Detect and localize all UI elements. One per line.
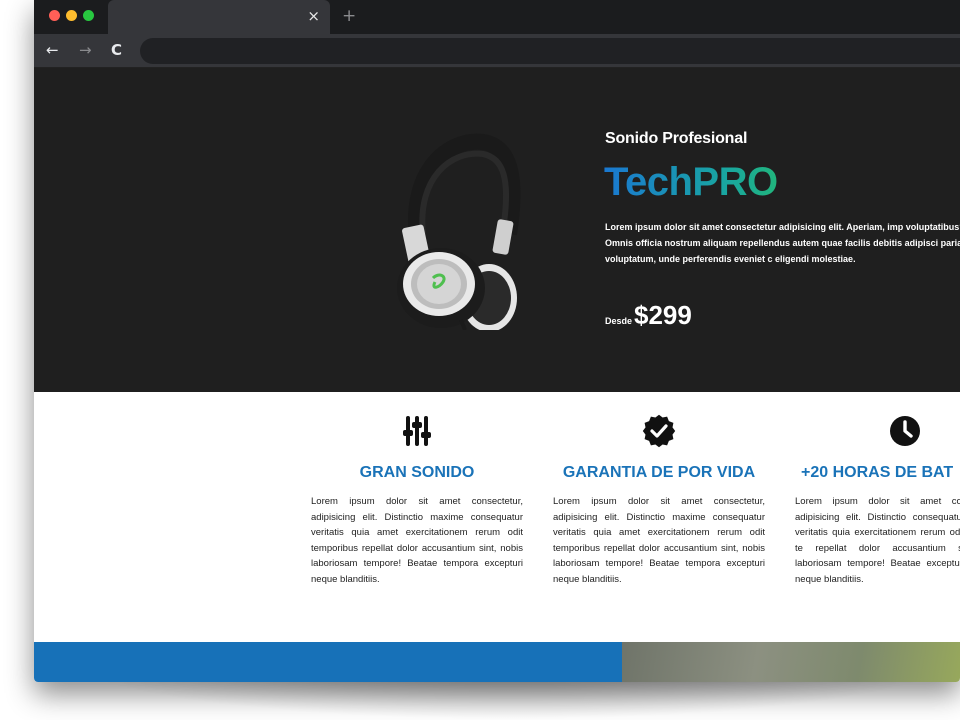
feature-battery: +20 HORAS DE BAT Lorem ipsum dolor sit a… <box>795 414 960 587</box>
maximize-window-button[interactable] <box>83 10 94 21</box>
feature-description: Lorem ipsum dolor sit amet consectetur, … <box>311 496 523 585</box>
sliders-icon <box>403 416 431 446</box>
browser-toolbar: ← → C <box>34 34 960 68</box>
hero-description: Lorem ipsum dolor sit amet consectetur a… <box>605 222 960 264</box>
feature-title: +20 HORAS DE BAT <box>801 464 954 481</box>
tab-bar: × + <box>34 0 960 34</box>
feature-warranty: GARANTIA DE POR VIDA Lorem ipsum dolor s… <box>553 414 765 587</box>
close-window-button[interactable] <box>49 10 60 21</box>
address-bar[interactable] <box>140 38 960 64</box>
new-tab-icon[interactable]: + <box>342 7 356 25</box>
feature-sound: GRAN SONIDO Lorem ipsum dolor sit amet c… <box>311 414 523 587</box>
active-tab[interactable]: × <box>108 0 330 34</box>
price-amount: $299 <box>634 300 692 330</box>
feature-description: Lorem ipsum dolor sit amet cor adipisici… <box>795 496 960 585</box>
check-badge-icon <box>642 414 676 448</box>
next-section-photo <box>622 642 960 682</box>
feature-title: GARANTIA DE POR VIDA <box>562 464 756 481</box>
back-arrow-icon[interactable]: ← <box>46 41 59 59</box>
hero-eyebrow: Sonido Profesional <box>605 130 748 147</box>
feature-description: Lorem ipsum dolor sit amet consectetur, … <box>553 496 765 585</box>
reload-icon[interactable]: C <box>111 41 122 59</box>
hero-section: Sonido Profesional TechPRO Lorem ipsum d… <box>34 68 960 392</box>
web-page: Sonido Profesional TechPRO Lorem ipsum d… <box>34 68 960 682</box>
hero-brand-title: TechPRO <box>604 160 778 204</box>
minimize-window-button[interactable] <box>66 10 77 21</box>
next-section-banner <box>34 642 622 682</box>
clock-icon <box>890 416 920 446</box>
feature-title: GRAN SONIDO <box>359 464 475 481</box>
hero-price: Desde$299 <box>605 300 692 331</box>
headphones-icon <box>397 133 521 330</box>
forward-arrow-icon[interactable]: → <box>79 41 92 59</box>
browser-window: × + ← → C Sonido Profesional TechPRO Lor… <box>34 0 960 682</box>
price-prefix: Desde <box>605 316 633 326</box>
tab-close-icon[interactable]: × <box>307 7 320 25</box>
